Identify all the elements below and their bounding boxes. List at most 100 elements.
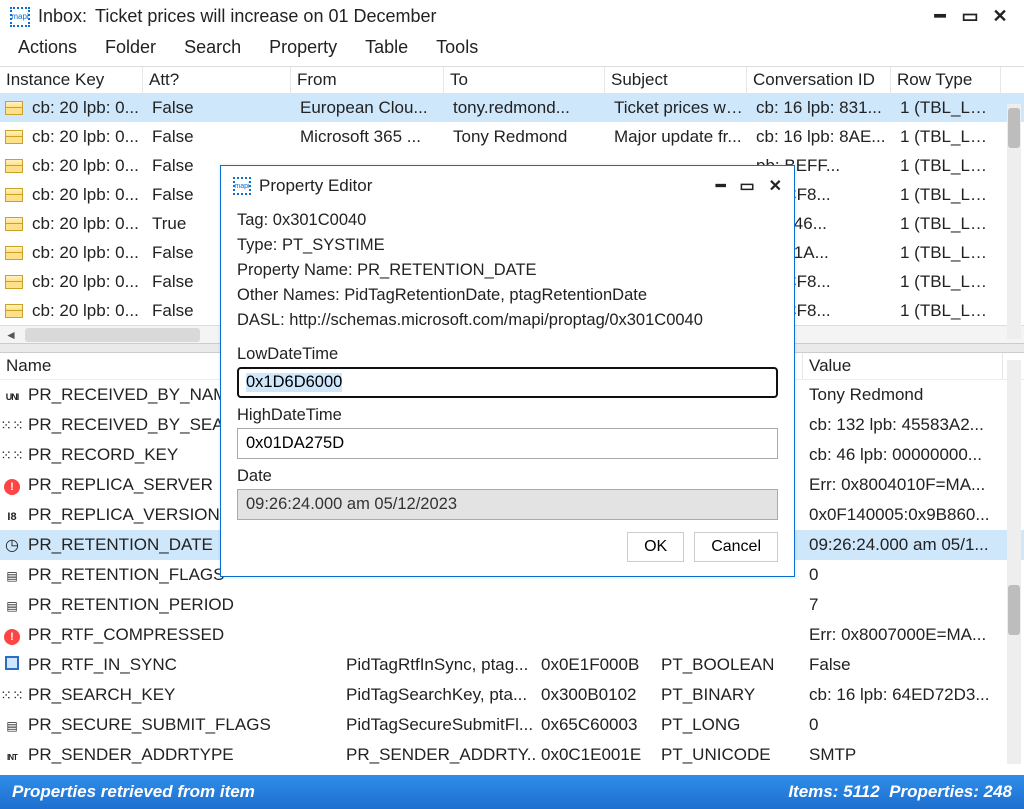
cell-conversation-id: cb: 16 lpb: 831... (750, 96, 894, 120)
cell-other-names: PR_SENDER_ADDRTY... (340, 743, 535, 767)
mail-icon (5, 159, 23, 173)
cell-from: European Clou... (294, 96, 447, 120)
error-icon: ! (4, 629, 20, 645)
binary-icon: ⁙⁙ (2, 447, 22, 464)
cell-other-names (340, 603, 535, 607)
type-label: Type: (237, 236, 277, 254)
col-row-type[interactable]: Row Type (891, 67, 1001, 93)
menu-tools[interactable]: Tools (436, 37, 478, 58)
col-value[interactable]: Value (803, 353, 1003, 379)
type-value: PT_SYSTIME (282, 236, 385, 254)
date-input (237, 489, 778, 520)
mail-icon (5, 217, 23, 231)
lowdatetime-input[interactable] (237, 367, 778, 398)
highdatetime-input[interactable] (237, 428, 778, 459)
titlebar: mapi Inbox: Ticket prices will increase … (0, 0, 1024, 31)
cell-other-names: PidTagSearchKey, pta... (340, 683, 535, 707)
property-row[interactable]: PR_SENDER_ADDRTYPEPR_SENDER_ADDRTY...0x0… (0, 740, 1024, 770)
flags-icon: ▤ (2, 599, 22, 613)
cell-value: 0x0F140005:0x9B860... (803, 503, 1003, 527)
cell-other-names: PidTagSecureSubmitFl... (340, 713, 535, 737)
col-subject[interactable]: Subject (605, 67, 747, 93)
property-row[interactable]: !PR_RTF_COMPRESSEDErr: 0x8007000E=MA... (0, 620, 1024, 650)
dialog-minimize-button[interactable]: ━ (716, 176, 726, 196)
upper-vscroll[interactable] (1007, 104, 1021, 339)
maximize-button[interactable]: ▭ (962, 9, 978, 25)
upper-vscroll-thumb[interactable] (1008, 108, 1020, 148)
menu-folder[interactable]: Folder (105, 37, 156, 58)
cell-value: 0 (803, 563, 1003, 587)
cell-tag (535, 603, 655, 607)
close-button[interactable]: ✕ (992, 9, 1008, 25)
col-conversation-id[interactable]: Conversation ID (747, 67, 891, 93)
message-row[interactable]: cb: 20 lpb: 0...FalseMicrosoft 365 ...To… (0, 122, 1024, 151)
cell-tag: 0x0C1E001E (535, 743, 655, 767)
mail-icon (5, 304, 23, 318)
property-row[interactable]: ▤PR_RETENTION_PERIOD7 (0, 590, 1024, 620)
cell-instance-key: cb: 20 lpb: 0... (26, 154, 146, 178)
cell-prop-name: PR_RETENTION_PERIOD (22, 593, 340, 617)
uni-icon (2, 392, 22, 402)
status-left: Properties retrieved from item (12, 782, 255, 802)
mail-icon (5, 275, 23, 289)
menu-actions[interactable]: Actions (18, 37, 77, 58)
cell-row-type: 1 (TBL_LEAF (894, 125, 1004, 149)
dialog-app-icon: mapi (233, 177, 251, 195)
lower-vscroll[interactable] (1007, 360, 1021, 764)
cell-type: PT_BINARY (655, 683, 803, 707)
cell-row-type: 1 (TBL_LEAF (894, 154, 1004, 178)
cell-row-type: 1 (TBL_LEAF (894, 96, 1004, 120)
cell-instance-key: cb: 20 lpb: 0... (26, 299, 146, 323)
cell-value: cb: 46 lpb: 00000000... (803, 443, 1003, 467)
tag-label: Tag: (237, 211, 268, 229)
date-label: Date (237, 467, 778, 486)
cell-value: Err: 0x8007000E=MA... (803, 623, 1003, 647)
hscroll-left-arrow[interactable]: ◄ (2, 326, 20, 344)
col-from[interactable]: From (291, 67, 444, 93)
cell-from: Microsoft 365 ... (294, 125, 447, 149)
col-to[interactable]: To (444, 67, 605, 93)
cell-type: PT_BOOLEAN (655, 653, 803, 677)
minimize-button[interactable]: ━ (932, 9, 948, 25)
cell-type: PT_LONG (655, 713, 803, 737)
upper-grid-header: Instance Key Att? From To Subject Conver… (0, 66, 1024, 93)
i8-icon (2, 511, 22, 523)
menu-property[interactable]: Property (269, 37, 337, 58)
property-row[interactable]: ▤PR_SECURE_SUBMIT_FLAGSPidTagSecureSubmi… (0, 710, 1024, 740)
dasl-label: DASL: (237, 311, 285, 329)
status-items-label: Items: (788, 782, 838, 802)
cell-type: PT_UNICODE (655, 743, 803, 767)
mail-icon (5, 101, 23, 115)
flags-icon: ▤ (2, 719, 22, 733)
cell-to: tony.redmond... (447, 96, 608, 120)
dialog-close-button[interactable]: ✕ (769, 176, 782, 196)
cell-prop-name: PR_SENDER_ADDRTYPE (22, 743, 340, 767)
cell-row-type: 1 (TBL_LEAF (894, 212, 1004, 236)
property-row[interactable]: PR_RTF_IN_SYNCPidTagRtfInSync, ptag...0x… (0, 650, 1024, 680)
cancel-button[interactable]: Cancel (694, 532, 778, 562)
binary-icon: ⁙⁙ (2, 417, 22, 434)
cell-row-type: 1 (TBL_LEAF (894, 241, 1004, 265)
message-row[interactable]: cb: 20 lpb: 0...FalseEuropean Clou...ton… (0, 93, 1024, 122)
cell-tag: 0x300B0102 (535, 683, 655, 707)
property-row[interactable]: ⁙⁙PR_SEARCH_KEYPidTagSearchKey, pta...0x… (0, 680, 1024, 710)
dialog-maximize-button[interactable]: ▭ (739, 176, 754, 196)
cell-instance-key: cb: 20 lpb: 0... (26, 270, 146, 294)
lower-vscroll-thumb[interactable] (1008, 585, 1020, 635)
col-att[interactable]: Att? (143, 67, 291, 93)
cell-tag: 0x65C60003 (535, 713, 655, 737)
flags-icon: ▤ (2, 569, 22, 583)
ok-button[interactable]: OK (627, 532, 684, 562)
col-instance-key[interactable]: Instance Key (0, 67, 143, 93)
lowdatetime-label: LowDateTime (237, 345, 778, 364)
cell-instance-key: cb: 20 lpb: 0... (26, 241, 146, 265)
menu-search[interactable]: Search (184, 37, 241, 58)
status-items-value: 5112 (843, 782, 880, 802)
cell-prop-name: PR_SECURE_SUBMIT_FLAGS (22, 713, 340, 737)
menu-table[interactable]: Table (365, 37, 408, 58)
hscroll-thumb[interactable] (25, 328, 200, 342)
status-bar: Properties retrieved from item Items: 51… (0, 775, 1024, 809)
cell-value: False (803, 653, 1003, 677)
cell-other-names: PidTagRtfInSync, ptag... (340, 653, 535, 677)
cell-instance-key: cb: 20 lpb: 0... (26, 183, 146, 207)
